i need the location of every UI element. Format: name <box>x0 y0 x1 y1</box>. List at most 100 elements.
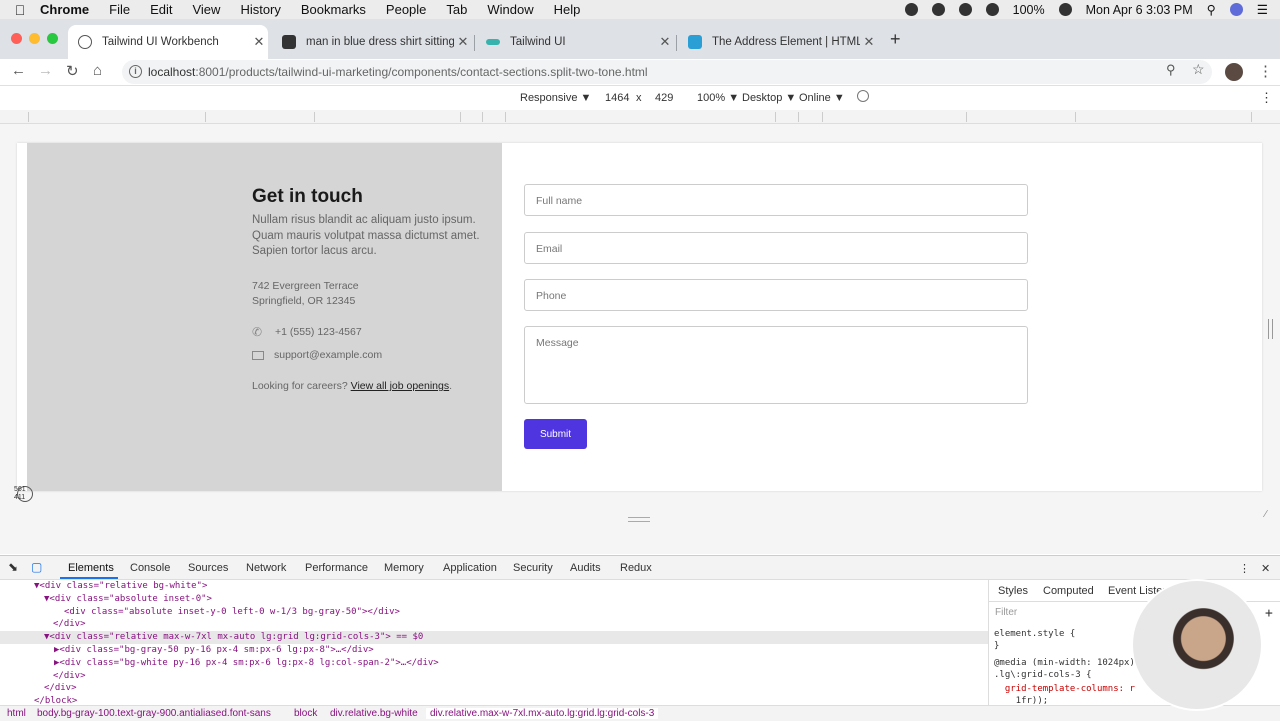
zoom-icon[interactable]: ⚲ <box>1166 62 1176 78</box>
new-rule-icon[interactable]: + <box>1265 606 1273 621</box>
full-name-input[interactable]: Full name <box>524 184 1028 216</box>
clock[interactable]: Mon Apr 6 3:03 PM <box>1086 3 1193 17</box>
media-query-ruler[interactable] <box>0 110 1280 124</box>
email-input[interactable]: Email <box>524 232 1028 264</box>
menu-bookmarks[interactable]: Bookmarks <box>301 2 366 17</box>
dropbox-icon[interactable] <box>931 3 945 16</box>
volume-icon[interactable] <box>1058 3 1072 16</box>
check-icon[interactable] <box>958 3 972 16</box>
zoom-dropdown[interactable]: 100% ▼ <box>697 92 739 104</box>
resize-handle-right[interactable] <box>1268 319 1273 339</box>
tab-divider <box>474 35 475 51</box>
address-bar[interactable]: i localhost:8001/products/tailwind-ui-ma… <box>122 60 1212 84</box>
dom-node-selected[interactable]: ▼<div class="relative max-w-7xl mx-auto … <box>0 631 988 644</box>
style-rule-line: .lg\:grid-cols-3 { <box>994 670 1092 680</box>
close-icon[interactable]: ✕ <box>250 34 268 50</box>
ruler-tick <box>28 112 29 122</box>
breadcrumb-item[interactable]: html <box>7 708 26 719</box>
control-center-icon[interactable]: ☰ <box>1257 2 1268 17</box>
tab-html5doctor[interactable]: The Address Element | HTML5 D ✕ <box>678 25 878 59</box>
dom-node[interactable]: </block> <box>34 695 77 705</box>
menu-history[interactable]: History <box>240 2 280 17</box>
menu-file[interactable]: File <box>109 2 130 17</box>
tab-tailwind-ui[interactable]: Tailwind UI ✕ <box>476 25 674 59</box>
submit-button[interactable]: Submit <box>524 419 587 449</box>
tab-network[interactable]: Network <box>246 562 286 574</box>
info-icon[interactable]: i <box>129 65 142 78</box>
new-tab-button[interactable]: + <box>890 29 901 50</box>
tab-tailwind-workbench[interactable]: Tailwind UI Workbench ✕ <box>68 25 268 59</box>
device-dropdown[interactable]: Desktop ▼ <box>742 92 796 104</box>
careers-link[interactable]: View all job openings <box>351 380 449 392</box>
viewport-height-input[interactable]: 429 <box>655 92 673 104</box>
tab-memory[interactable]: Memory <box>384 562 424 574</box>
menu-help[interactable]: Help <box>554 2 581 17</box>
tab-console[interactable]: Console <box>130 562 170 574</box>
tab-elements[interactable]: Elements <box>68 562 114 574</box>
more-vert-icon[interactable]: ⋮ <box>1258 62 1273 80</box>
close-icon[interactable]: ✕ <box>656 34 674 50</box>
dom-node[interactable]: ▼<div class="absolute inset-0"> <box>44 593 212 606</box>
wifi-icon[interactable] <box>985 3 999 16</box>
ruler-tick <box>314 112 315 122</box>
tab-performance[interactable]: Performance <box>305 562 368 574</box>
status-icon[interactable] <box>904 3 918 16</box>
close-devtools-icon[interactable]: ✕ <box>1261 562 1270 575</box>
apple-icon[interactable]:  <box>0 2 40 18</box>
styles-filter-input[interactable]: Filter <box>995 607 1017 618</box>
tab-audits[interactable]: Audits <box>570 562 601 574</box>
device-toggle-icon[interactable]: ▢ <box>31 560 42 574</box>
dom-node[interactable]: ▶<div class="bg-gray-50 py-16 px-4 sm:px… <box>54 644 374 657</box>
tab-sources[interactable]: Sources <box>188 562 228 574</box>
close-icon[interactable]: ✕ <box>454 34 472 50</box>
profile-avatar[interactable] <box>1225 63 1243 81</box>
url-text[interactable]: localhost:8001/products/tailwind-ui-mark… <box>148 65 648 79</box>
user-avatar-icon[interactable] <box>1229 3 1243 16</box>
responsive-dropdown[interactable]: Responsive ▼ <box>520 92 591 104</box>
menu-app-name[interactable]: Chrome <box>40 2 89 17</box>
resize-corner-icon[interactable]: ∕ <box>1265 509 1267 520</box>
tab-application[interactable]: Application <box>443 562 497 574</box>
breadcrumb-item[interactable]: block <box>294 708 317 719</box>
search-icon[interactable]: ⚲ <box>1207 2 1216 17</box>
close-window-button[interactable] <box>11 33 22 44</box>
viewport-width-input[interactable]: 1464 <box>605 92 629 104</box>
menu-edit[interactable]: Edit <box>150 2 172 17</box>
devtools-menu-icon[interactable]: ⋮ <box>1239 562 1250 575</box>
menu-tab[interactable]: Tab <box>446 2 467 17</box>
zoom-window-button[interactable] <box>47 33 58 44</box>
menu-window[interactable]: Window <box>487 2 533 17</box>
dom-node[interactable]: ▶<div class="bg-white py-16 px-4 sm:px-6… <box>54 657 439 670</box>
network-dropdown[interactable]: Online ▼ <box>799 92 845 104</box>
menu-view[interactable]: View <box>192 2 220 17</box>
message-textarea[interactable]: Message <box>524 326 1028 404</box>
rotate-icon[interactable] <box>857 90 869 102</box>
breadcrumb-item-selected[interactable]: div.relative.max-w-7xl.mx-auto.lg:grid.l… <box>426 708 659 719</box>
breadcrumb-item[interactable]: body.bg-gray-100.text-gray-900.antialias… <box>37 708 271 719</box>
phone-icon: ✆ <box>252 324 263 339</box>
tab-computed[interactable]: Computed <box>1043 585 1094 597</box>
tab-styles[interactable]: Styles <box>998 585 1028 597</box>
phone-input[interactable]: Phone <box>524 279 1028 311</box>
tab-redux[interactable]: Redux <box>620 562 652 574</box>
device-more-icon[interactable]: ⋮ <box>1260 90 1273 106</box>
home-icon[interactable]: ⌂ <box>93 62 102 79</box>
tab-unsplash[interactable]: man in blue dress shirt sitting on ✕ <box>272 25 472 59</box>
forward-arrow-icon[interactable]: → <box>38 62 53 79</box>
reload-icon[interactable]: ↻ <box>66 62 79 80</box>
dom-node[interactable]: </div> <box>44 682 77 695</box>
dom-node[interactable]: </div> <box>53 670 86 683</box>
back-arrow-icon[interactable]: ← <box>11 62 26 79</box>
menu-people[interactable]: People <box>386 2 426 17</box>
dom-node[interactable]: <div class="absolute inset-y-0 left-0 w-… <box>64 606 400 619</box>
minimize-window-button[interactable] <box>29 33 40 44</box>
dom-node[interactable]: ▼<div class="relative bg-white"> <box>34 580 207 593</box>
tab-security[interactable]: Security <box>513 562 553 574</box>
battery-percent[interactable]: 100% <box>1013 3 1045 17</box>
breadcrumb-item[interactable]: div.relative.bg-white <box>330 708 418 719</box>
inspect-icon[interactable]: ⬊ <box>8 560 18 574</box>
dom-node[interactable]: </div> <box>53 618 86 631</box>
close-icon[interactable]: ✕ <box>860 34 878 50</box>
resize-handle-bottom[interactable] <box>628 517 650 522</box>
star-icon[interactable]: ☆ <box>1192 61 1205 78</box>
